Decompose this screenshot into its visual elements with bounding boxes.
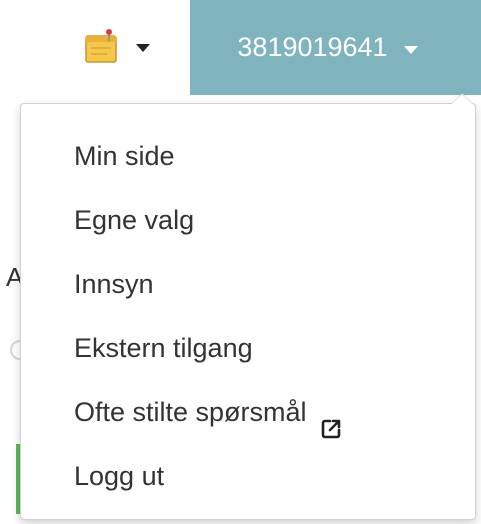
menu-item-egne-valg[interactable]: Egne valg — [21, 188, 475, 252]
user-dropdown-menu: Min side Egne valg Innsyn Ekstern tilgan… — [20, 93, 476, 520]
user-menu-button[interactable]: 3819019641 — [190, 0, 481, 95]
background-content: A — [0, 0, 30, 524]
notes-icon — [82, 28, 122, 68]
external-link-icon — [319, 400, 343, 439]
dropdown-arrow-fill — [452, 94, 472, 104]
menu-item-label: Innsyn — [74, 269, 154, 299]
menu-item-label: Ofte stilte spørsmål — [74, 397, 307, 427]
chevron-down-icon — [403, 45, 418, 54]
menu-item-innsyn[interactable]: Innsyn — [21, 252, 475, 316]
menu-item-label: Logg ut — [74, 461, 165, 491]
menu-list: Min side Egne valg Innsyn Ekstern tilgan… — [21, 124, 475, 508]
user-id: 3819019641 — [237, 32, 388, 62]
menu-item-label: Min side — [74, 141, 175, 171]
menu-item-label: Ekstern tilgang — [74, 333, 253, 363]
menu-item-logg-ut[interactable]: Logg ut — [21, 444, 475, 508]
notes-button[interactable] — [18, 0, 190, 95]
menu-item-ekstern-tilgang[interactable]: Ekstern tilgang — [21, 316, 475, 380]
chevron-down-icon — [136, 43, 150, 52]
menu-item-min-side[interactable]: Min side — [21, 124, 475, 188]
menu-item-faq[interactable]: Ofte stilte spørsmål — [21, 380, 475, 444]
menu-item-label: Egne valg — [74, 205, 195, 235]
